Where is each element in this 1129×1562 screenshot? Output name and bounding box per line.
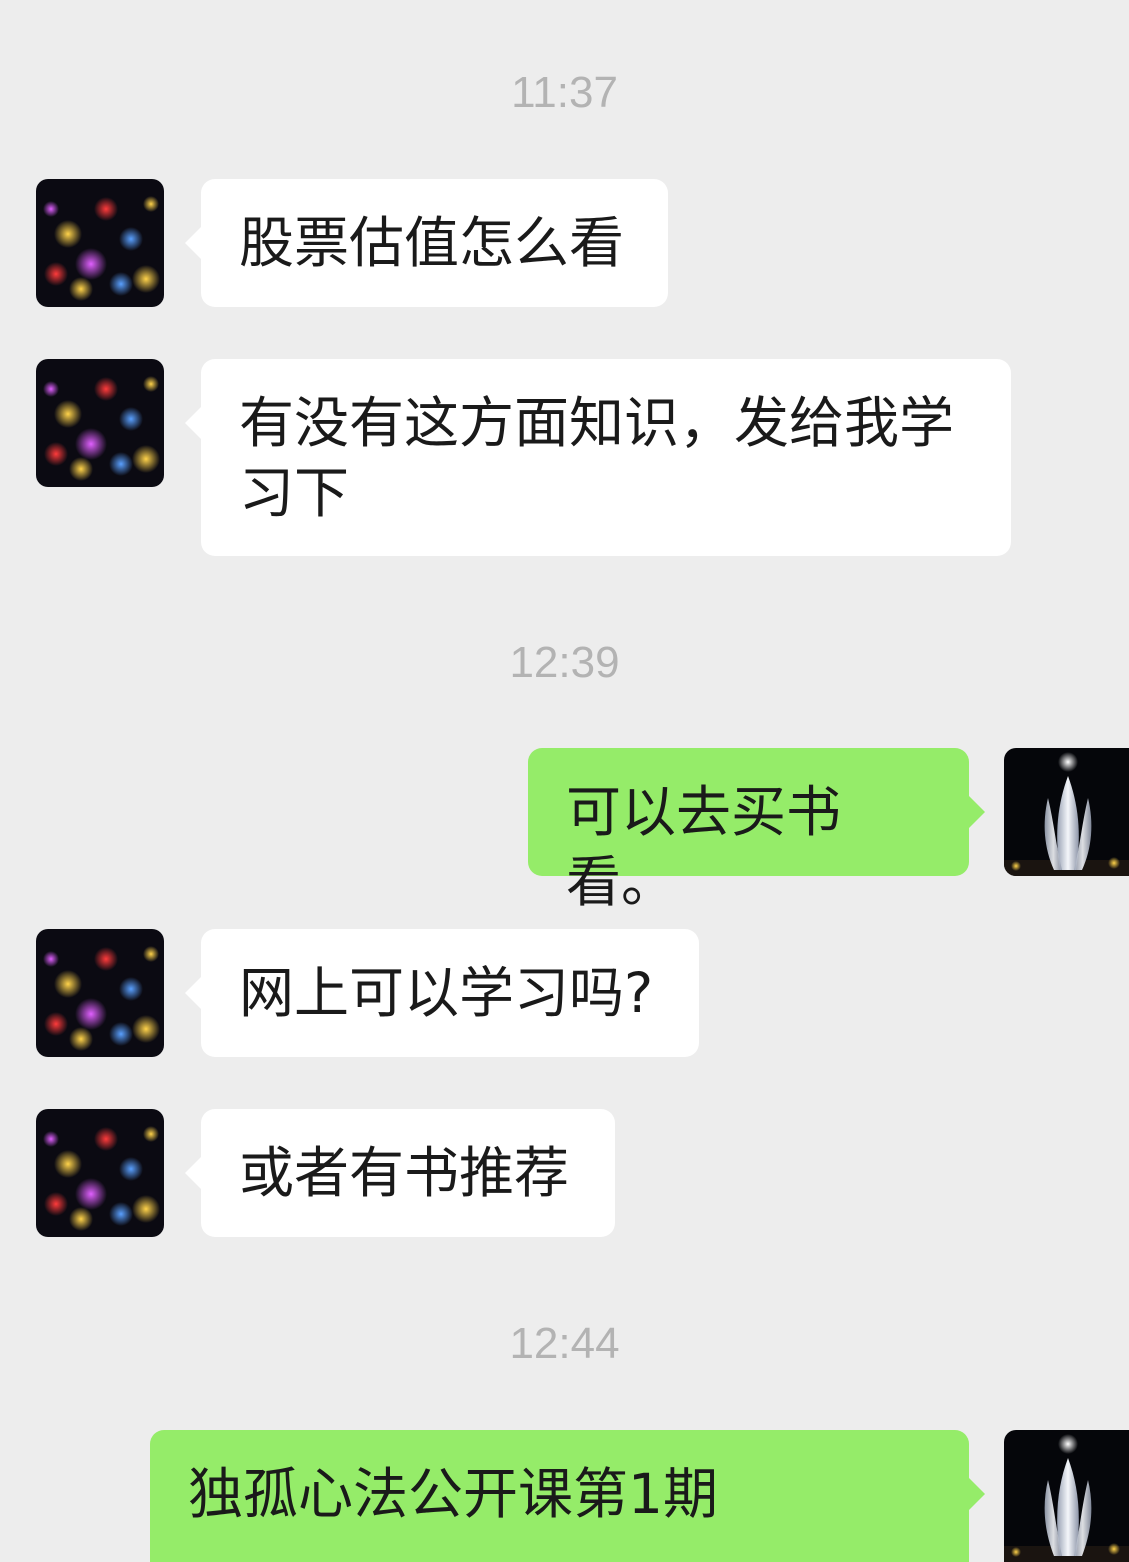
contact-avatar[interactable]: [36, 359, 164, 487]
timestamp: 11:37: [511, 68, 618, 117]
message-text: 股票估值怎么看: [239, 211, 625, 275]
message-text: 有没有这方面知识，发给我学习下: [239, 391, 955, 525]
night-lights-avatar-icon: [36, 179, 164, 307]
lotus-sculpture-avatar-icon: [1004, 748, 1129, 876]
contact-avatar[interactable]: [36, 1109, 164, 1237]
night-lights-avatar-icon: [36, 929, 164, 1057]
message-text: 独孤心法公开课第1期: [188, 1462, 718, 1526]
message-text: 可以去买书看。: [566, 780, 842, 914]
message-bubble[interactable]: 独孤心法公开课第1期: [150, 1430, 985, 1562]
timestamp: 12:44: [509, 1319, 620, 1368]
contact-avatar[interactable]: [36, 929, 164, 1057]
user-avatar[interactable]: [1004, 1430, 1129, 1562]
message-text: 或者有书推荐: [239, 1141, 570, 1205]
message-bubble[interactable]: 股票估值怎么看: [185, 179, 668, 307]
user-avatar[interactable]: [1004, 748, 1129, 876]
contact-avatar[interactable]: [36, 179, 164, 307]
lotus-sculpture-avatar-icon: [1004, 1430, 1129, 1562]
message-bubble[interactable]: 有没有这方面知识，发给我学习下: [185, 359, 1011, 556]
message-text: 网上可以学习吗?: [239, 961, 654, 1025]
timestamp: 12:39: [509, 638, 620, 687]
night-lights-avatar-icon: [36, 359, 164, 487]
message-bubble[interactable]: 可以去买书看。: [528, 748, 985, 914]
message-bubble[interactable]: 或者有书推荐: [185, 1109, 615, 1237]
night-lights-avatar-icon: [36, 1109, 164, 1237]
message-bubble[interactable]: 网上可以学习吗?: [185, 929, 699, 1057]
